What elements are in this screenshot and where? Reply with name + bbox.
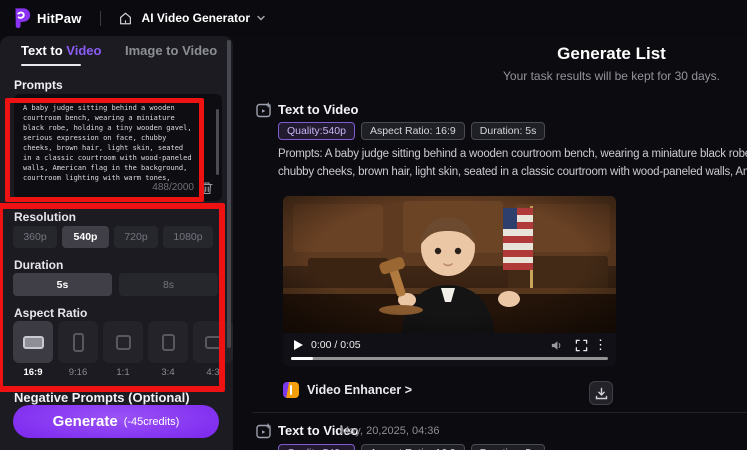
top-bar: HitPaw AI Video Generator — [0, 0, 747, 36]
card-prompt-line-2: chubby cheeks, brown hair, light skin, s… — [278, 166, 747, 178]
duration-badge: Duration: 5s — [470, 122, 546, 140]
home-icon[interactable] — [118, 11, 133, 26]
annotation-box-settings — [0, 203, 225, 392]
card-divider — [252, 412, 747, 413]
download-icon — [595, 387, 607, 399]
progress-played — [291, 357, 313, 360]
text-to-video-icon — [256, 102, 271, 118]
card-badges: Quality:540p Aspect Ratio: 16:9 Duration… — [278, 444, 546, 450]
card-timestamp: May, 20,2025, 04:36 — [340, 425, 440, 437]
video-enhancer-link[interactable]: Video Enhancer > — [283, 382, 412, 398]
generate-button[interactable]: Generate (-45credits) — [13, 405, 219, 438]
tab-text-to-video-label: Text to — [21, 43, 67, 58]
quality-badge: Quality:540p — [278, 444, 355, 450]
player-controls: 0:00 / 0:05 ⋮ — [283, 333, 616, 366]
aspect-ratio-badge: Aspect Ratio: 16:9 — [360, 444, 465, 450]
hitpaw-logo — [15, 8, 31, 29]
page-title: Generate List — [557, 44, 666, 63]
sidebar-panel: Text to Video Image to Video Prompts A b… — [0, 36, 233, 450]
chevron-down-icon[interactable] — [256, 13, 266, 23]
playback-time: 0:00 / 0:05 — [311, 339, 361, 351]
quality-badge: Quality:540p — [278, 122, 355, 140]
aspect-ratio-badge: Aspect Ratio: 16:9 — [360, 122, 465, 140]
tab-text-to-video-highlight: Video — [66, 43, 102, 58]
card-prompt-line-1: Prompts: A baby judge sitting behind a w… — [278, 148, 747, 160]
negative-prompts-label: Negative Prompts (Optional) — [14, 390, 190, 405]
generate-credits-label: (-45credits) — [123, 415, 180, 428]
fullscreen-icon[interactable] — [575, 339, 588, 352]
card-badges: Quality:540p Aspect Ratio: 16:9 Duration… — [278, 122, 546, 140]
tab-text-to-video[interactable]: Text to Video — [21, 43, 101, 58]
mode-tabs: Text to Video Image to Video — [0, 36, 233, 68]
sidebar-scrollbar[interactable] — [227, 40, 231, 348]
page-subtitle: Your task results will be kept for 30 da… — [503, 69, 720, 83]
download-button[interactable] — [589, 381, 613, 405]
video-enhancer-icon — [283, 382, 299, 398]
card-title: Text to Video — [278, 102, 359, 117]
generate-list-panel: Generate List Your task results will be … — [233, 36, 747, 450]
tab-image-to-video[interactable]: Image to Video — [125, 43, 217, 58]
app-selector[interactable]: AI Video Generator — [142, 11, 250, 25]
annotation-box-prompts — [5, 98, 204, 202]
active-tab-underline — [21, 64, 81, 66]
video-enhancer-label: Video Enhancer > — [307, 383, 413, 397]
brand-name: HitPaw — [37, 10, 82, 26]
more-options-icon[interactable]: ⋮ — [594, 337, 607, 353]
text-to-video-icon — [256, 423, 271, 439]
video-player[interactable]: 0:00 / 0:05 ⋮ — [283, 196, 616, 366]
video-preview — [283, 196, 616, 333]
topbar-divider — [99, 10, 101, 26]
generate-button-label: Generate — [52, 413, 118, 430]
prompts-label: Prompts — [14, 78, 63, 92]
duration-badge: Duration: 5s — [470, 444, 546, 450]
play-icon[interactable] — [294, 340, 303, 350]
progress-bar[interactable] — [291, 357, 608, 360]
textarea-scrollbar[interactable] — [216, 109, 219, 175]
volume-icon[interactable] — [550, 339, 563, 352]
